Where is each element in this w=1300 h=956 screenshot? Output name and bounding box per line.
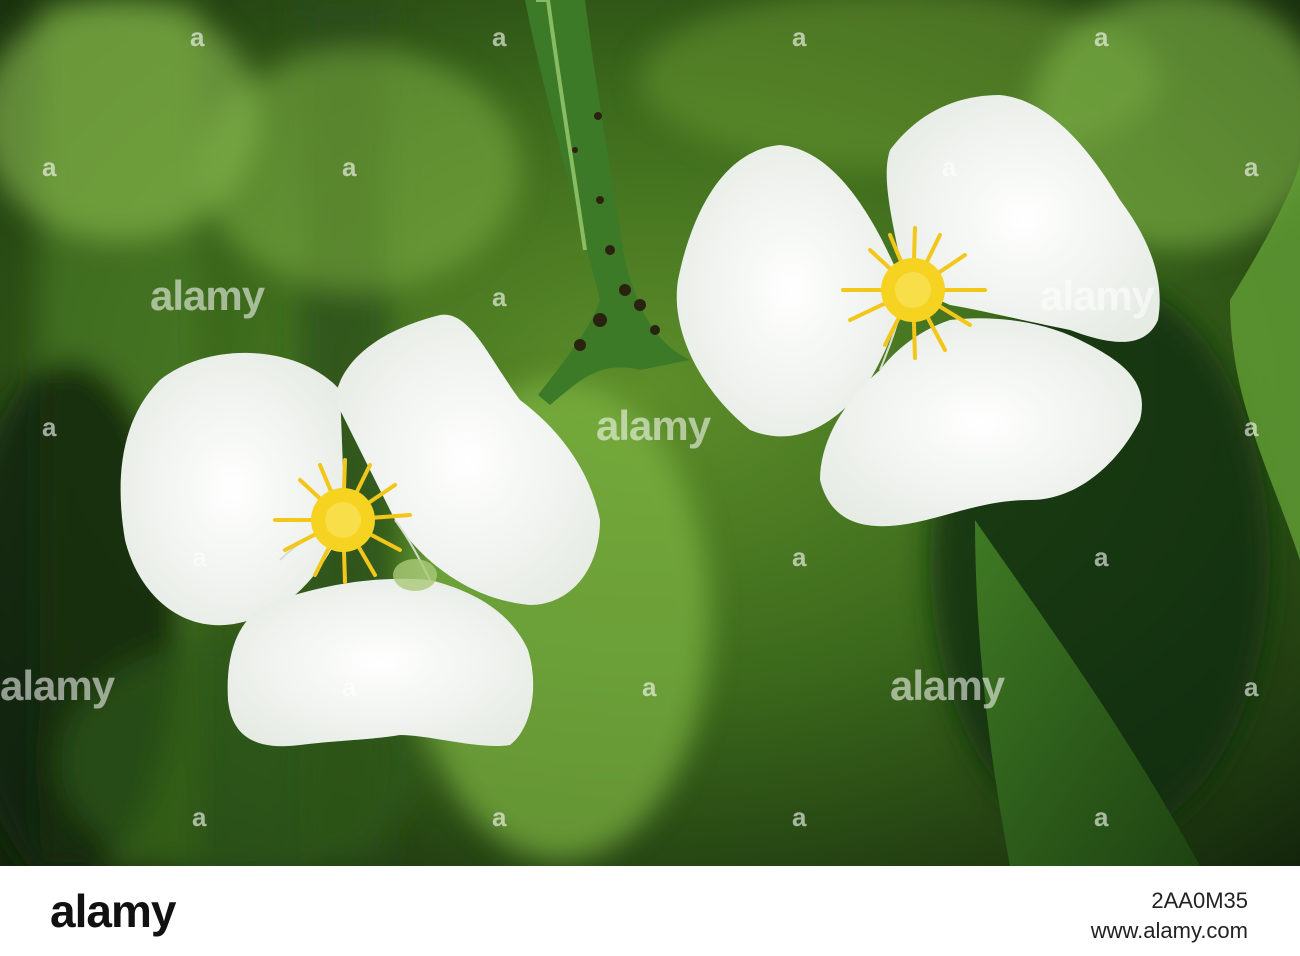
watermark-mark: a [42, 152, 57, 182]
watermark-mark: a [1244, 412, 1259, 442]
image-id: 2AA0M35 [1151, 888, 1248, 913]
watermark-mark: a [642, 672, 657, 702]
watermark-mark: a [492, 282, 507, 312]
watermark-mark: a [1244, 672, 1259, 702]
watermark-mark: a [192, 802, 207, 832]
watermark-mark: a [192, 542, 207, 572]
brand-logo: alamy [50, 885, 176, 937]
photo: alamy alamy alamy alamy alamy a a a a a … [0, 0, 1300, 866]
watermark-mark: a [492, 802, 507, 832]
watermark-mark: a [792, 542, 807, 572]
watermark-mark: a [942, 152, 957, 182]
watermark-mark: a [1094, 802, 1109, 832]
footer-bar: alamy 2AA0M35 www.alamy.com [0, 866, 1300, 956]
watermark-mark: a [1094, 542, 1109, 572]
watermark-mark: a [42, 412, 57, 442]
site-url: www.alamy.com [1090, 918, 1248, 943]
watermark-mark: a [342, 152, 357, 182]
watermark-mark: a [1244, 152, 1259, 182]
watermark-mark: a [1094, 22, 1109, 52]
watermark-mark: a [190, 22, 205, 52]
flower-photo [0, 0, 1300, 866]
watermark-mark: a [342, 672, 357, 702]
watermark-mark: a [792, 22, 807, 52]
watermark-mark: a [792, 802, 807, 832]
watermark-mark: a [492, 22, 507, 52]
